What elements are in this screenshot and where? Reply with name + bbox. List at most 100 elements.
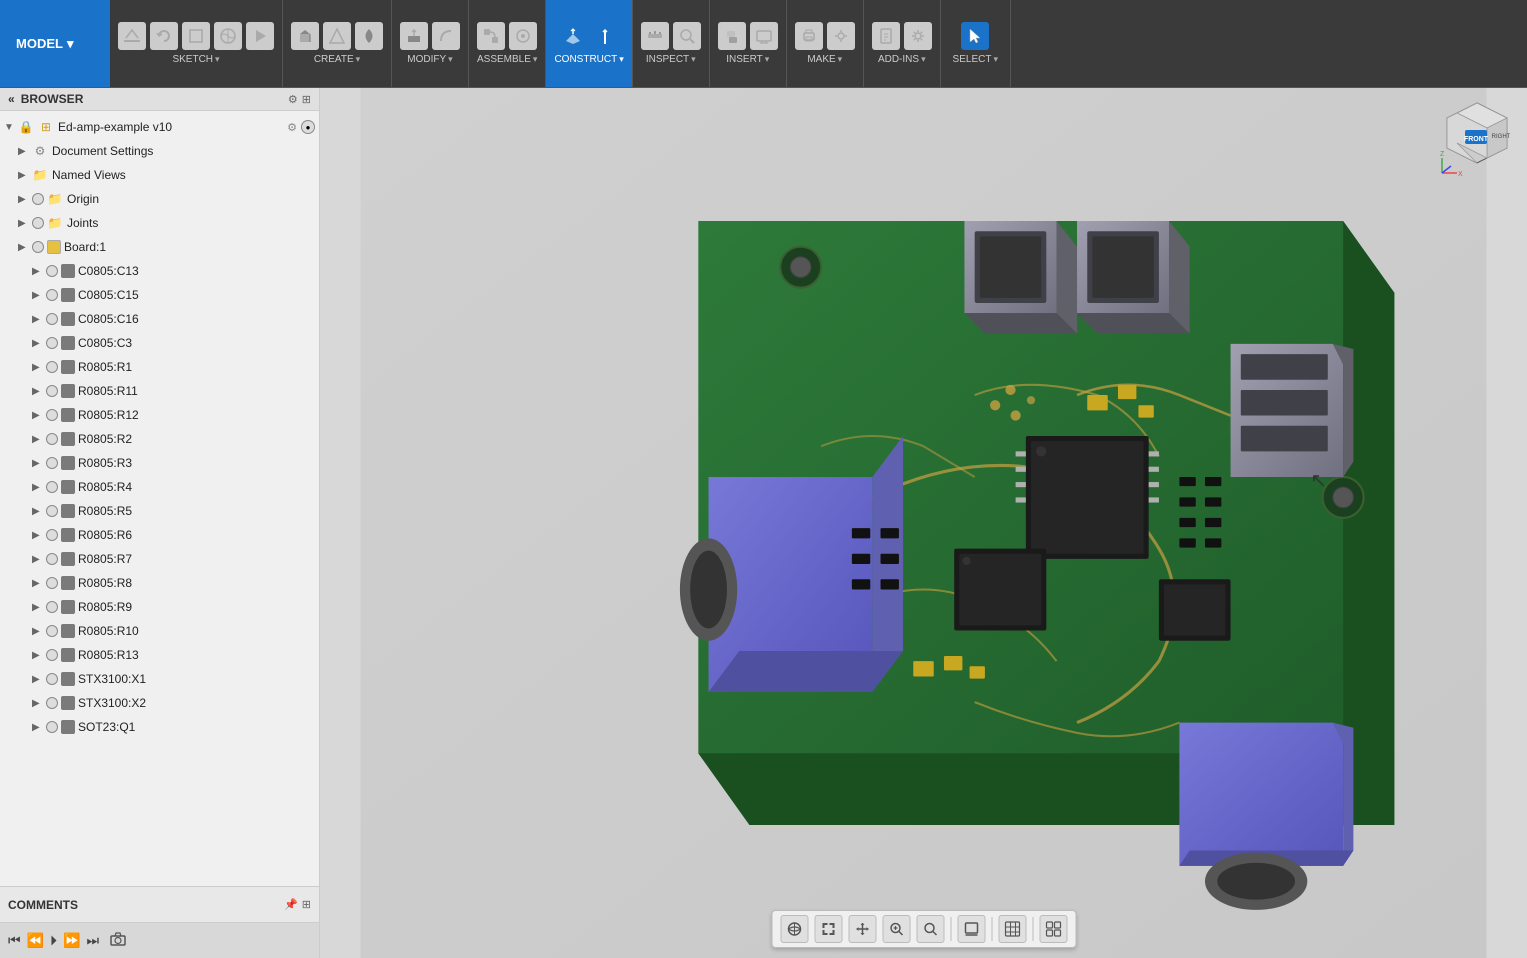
playback-next-button[interactable]: ⏩	[63, 932, 80, 949]
tree-item-r0805-r10[interactable]: ▶ R0805:R10	[0, 619, 319, 643]
fit-button[interactable]	[814, 915, 842, 943]
inspect-label: INSPECT ▾	[646, 54, 696, 65]
left-panel: « BROWSER ⚙ ⊞ ▼ 🔒 ⊞ Ed-amp-example v10 ⚙…	[0, 88, 320, 958]
tree-item-label: C0805:C13	[78, 264, 315, 278]
make-icons	[795, 22, 855, 50]
pan-button[interactable]	[848, 915, 876, 943]
tree-item-r0805-r13[interactable]: ▶ R0805:R13	[0, 643, 319, 667]
tree-item-arrow-icon: ▶	[32, 338, 46, 349]
tree-item-named-views[interactable]: ▶ 📁 Named Views	[0, 163, 319, 187]
display-mode-button[interactable]	[957, 915, 985, 943]
tree-item-component-icon	[61, 672, 75, 686]
tree-item-arrow-icon: ▶	[32, 554, 46, 565]
tree-item-label: R0805:R11	[78, 384, 315, 398]
comments-panel-button[interactable]: ⊞	[302, 898, 311, 911]
playback-prev-button[interactable]: ⏪	[27, 932, 44, 949]
tree-item-r0805-r8[interactable]: ▶ R0805:R8	[0, 571, 319, 595]
tree-item-arrow-icon: ▶	[32, 698, 46, 709]
tree-root-item[interactable]: ▼ 🔒 ⊞ Ed-amp-example v10 ⚙ ●	[0, 115, 319, 139]
sketch-play-icon	[246, 22, 274, 50]
tree-item-arrow-icon: ▶	[32, 482, 46, 493]
tree-item-label: C0805:C15	[78, 288, 315, 302]
tree-item-c0805-c16[interactable]: ▶ C0805:C16	[0, 307, 319, 331]
tree-origin-eye-icon	[32, 193, 44, 205]
tree-item-r0805-r7[interactable]: ▶ R0805:R7	[0, 547, 319, 571]
tree-item-joints[interactable]: ▶ 📁 Joints	[0, 211, 319, 235]
sketch-label: SKETCH ▾	[172, 54, 219, 65]
tree-item-component-icon	[61, 720, 75, 734]
playback-last-button[interactable]: ⏭	[86, 932, 99, 949]
browser-collapse-icon[interactable]: «	[8, 92, 15, 106]
tree-item-document-settings[interactable]: ▶ ⚙ Document Settings	[0, 139, 319, 163]
create-shape-icon	[323, 22, 351, 50]
browser-pin-button[interactable]: ⊞	[302, 93, 311, 106]
insert-group[interactable]: INSERT ▾	[710, 0, 787, 87]
tree-item-r0805-r12[interactable]: ▶ R0805:R12	[0, 403, 319, 427]
make-group[interactable]: MAKE ▾	[787, 0, 864, 87]
tree-item-r0805-r6[interactable]: ▶ R0805:R6	[0, 523, 319, 547]
tree-item-eye-icon	[46, 505, 58, 517]
tree-item-r0805-r3[interactable]: ▶ R0805:R3	[0, 451, 319, 475]
toolbar-groups: SKETCH ▾ CREATE ▾	[110, 0, 1527, 87]
playback-bar: ⏮ ⏪ ⏵ ⏩ ⏭	[0, 922, 319, 958]
tree-item-origin[interactable]: ▶ 📁 Origin	[0, 187, 319, 211]
tree-item-r0805-r1[interactable]: ▶ R0805:R1	[0, 355, 319, 379]
tree-item-sot23-q1[interactable]: ▶ SOT23:Q1	[0, 715, 319, 739]
tree-item-board[interactable]: ▶ Board:1	[0, 235, 319, 259]
create-box-icon	[291, 22, 319, 50]
browser-settings-button[interactable]: ⚙	[288, 93, 298, 106]
assemble-group[interactable]: ASSEMBLE ▾	[469, 0, 546, 87]
make-label: MAKE ▾	[807, 54, 842, 65]
tree-item-r0805-r11[interactable]: ▶ R0805:R11	[0, 379, 319, 403]
tree-item-c0805-c13[interactable]: ▶ C0805:C13	[0, 259, 319, 283]
pcb-3d-model	[320, 88, 1527, 958]
browser-tree: ▼ 🔒 ⊞ Ed-amp-example v10 ⚙ ● ▶ ⚙ Documen…	[0, 111, 319, 886]
select-group[interactable]: SELECT ▾	[941, 0, 1011, 87]
create-group[interactable]: CREATE ▾	[283, 0, 392, 87]
tree-item-r0805-r5[interactable]: ▶ R0805:R5	[0, 499, 319, 523]
tree-board-label: Board:1	[64, 240, 315, 254]
model-menu[interactable]: MODEL ▾	[0, 0, 110, 87]
tree-item-stx3100-x1[interactable]: ▶ STX3100:X1	[0, 667, 319, 691]
tree-item-component-icon	[61, 600, 75, 614]
tree-item-component-icon	[61, 264, 75, 278]
tree-item-eye-icon	[46, 337, 58, 349]
tree-item-eye-icon	[46, 697, 58, 709]
tree-item-arrow-icon: ▶	[32, 626, 46, 637]
comments-panel: COMMENTS 📌 ⊞	[0, 886, 319, 922]
zoom-button[interactable]	[882, 915, 910, 943]
tree-item-eye-icon	[46, 577, 58, 589]
view-options-button[interactable]	[1039, 915, 1067, 943]
sketch-group[interactable]: SKETCH ▾	[110, 0, 283, 87]
tree-item-eye-icon	[46, 601, 58, 613]
tree-joints-folder-icon: 📁	[47, 215, 63, 231]
grid-button[interactable]	[998, 915, 1026, 943]
model-label: MODEL	[16, 36, 63, 51]
comments-pin-button[interactable]: 📌	[284, 898, 298, 911]
zoom-window-button[interactable]	[916, 915, 944, 943]
tree-item-component-icon	[61, 432, 75, 446]
tree-board-arrow-icon: ▶	[18, 242, 32, 253]
construct-group[interactable]: CONSTRUCT ▾	[546, 0, 632, 87]
playback-first-button[interactable]: ⏮	[8, 932, 21, 949]
modify-group[interactable]: MODIFY ▾	[392, 0, 469, 87]
toolbar-divider-2	[991, 917, 992, 941]
tree-item-eye-icon	[46, 433, 58, 445]
tree-item-r0805-r2[interactable]: ▶ R0805:R2	[0, 427, 319, 451]
tree-item-r0805-r4[interactable]: ▶ R0805:R4	[0, 475, 319, 499]
canvas-area[interactable]: ↖	[320, 88, 1527, 958]
tree-item-label: R0805:R5	[78, 504, 315, 518]
orbit-button[interactable]	[780, 915, 808, 943]
construct-axis-icon	[591, 22, 619, 50]
playback-play-button[interactable]: ⏵	[50, 932, 57, 949]
tree-item-c0805-c15[interactable]: ▶ C0805:C15	[0, 283, 319, 307]
insert-icons	[718, 22, 778, 50]
tree-item-r0805-r9[interactable]: ▶ R0805:R9	[0, 595, 319, 619]
view-cube[interactable]: FRONT RIGHT X Z	[1437, 98, 1517, 178]
select-icons	[961, 22, 989, 50]
playback-camera-button[interactable]	[109, 931, 127, 950]
inspect-group[interactable]: INSPECT ▾	[633, 0, 710, 87]
tree-item-stx3100-x2[interactable]: ▶ STX3100:X2	[0, 691, 319, 715]
tree-item-c0805-c3[interactable]: ▶ C0805:C3	[0, 331, 319, 355]
addins-group[interactable]: ADD-INS ▾	[864, 0, 941, 87]
